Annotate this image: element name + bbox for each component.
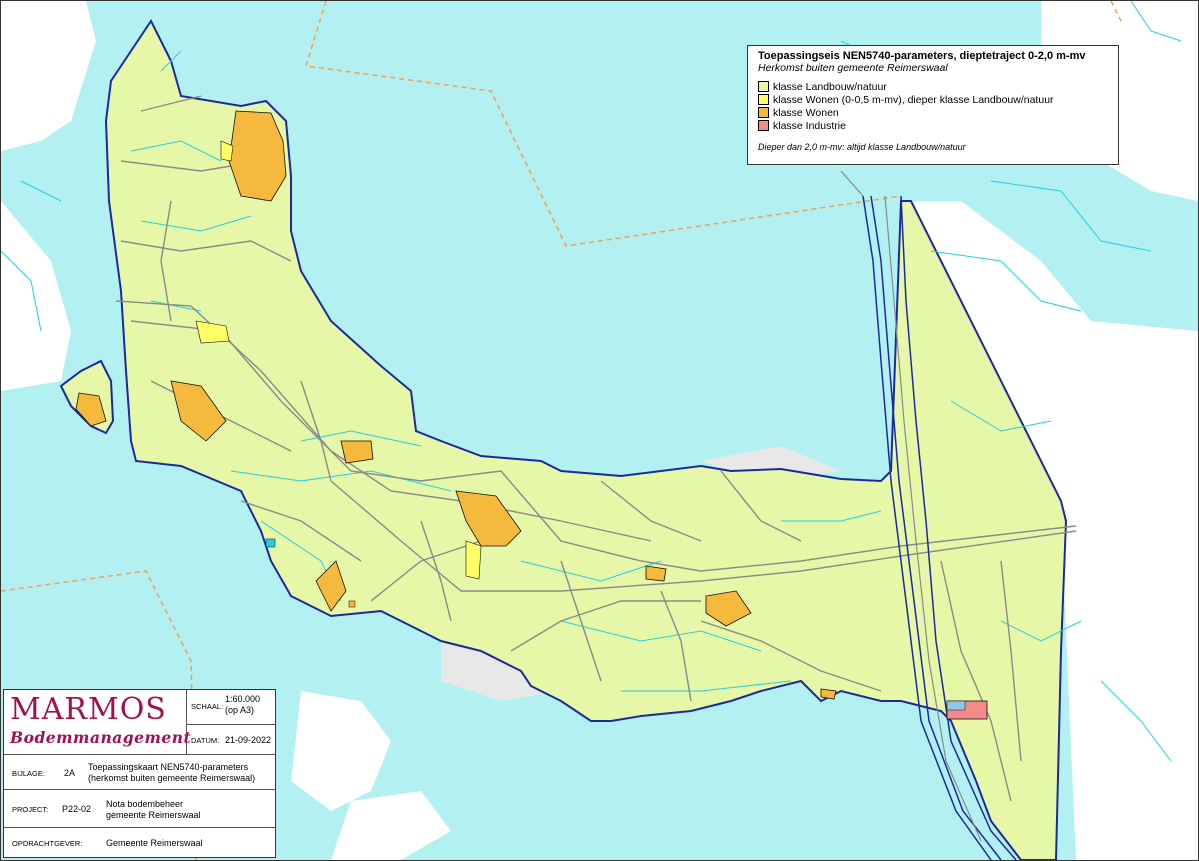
legend-swatch-industrie bbox=[758, 120, 769, 131]
map-frame: Toepassingseis NEN5740-parameters, diept… bbox=[0, 0, 1199, 861]
schaal-note: (op A3) bbox=[225, 705, 255, 715]
project-value: P22-02 bbox=[62, 804, 92, 814]
datum-value: 21-09-2022 bbox=[225, 735, 272, 745]
legend-swatch-wonen-dieper bbox=[758, 94, 769, 105]
legend-item: klasse Wonen (0-0,5 m-mv), dieper klasse… bbox=[758, 93, 1108, 106]
wonen-area-small-2 bbox=[645, 565, 667, 582]
wonen-area-small-1 bbox=[340, 440, 374, 464]
logo-cell: MARMOS Bodemmanagement bbox=[4, 690, 191, 755]
bijlage-description-line1: Toepassingskaart NEN5740-parameters bbox=[88, 762, 249, 772]
title-block: MARMOS Bodemmanagement SCHAAL: 1:60.000 … bbox=[3, 689, 276, 858]
legend-swatch-landbouw bbox=[758, 81, 769, 92]
project-cell: PROJECT: P22-02 Nota bodembeheer gemeent… bbox=[4, 790, 275, 828]
project-description-line1: Nota bodembeheer bbox=[106, 799, 184, 809]
legend-subtitle: Herkomst buiten gemeente Reimerswaal bbox=[758, 62, 948, 74]
legend-item: klasse Landbouw/natuur bbox=[758, 80, 1108, 93]
bijlage-cell: BIJLAGE: 2A Toepassingskaart NEN5740-par… bbox=[4, 755, 275, 790]
schaal-cell: SCHAAL: 1:60.000 (op A3) bbox=[187, 690, 275, 725]
legend-title: Toepassingseis NEN5740-parameters, diept… bbox=[758, 50, 1086, 62]
pond bbox=[348, 600, 356, 608]
bijlage-description-line2: (herkomst buiten gemeente Reimerswaal) bbox=[88, 773, 256, 783]
bijlage-label: BIJLAGE: bbox=[12, 769, 45, 778]
map-legend: Toepassingseis NEN5740-parameters, diept… bbox=[747, 45, 1119, 165]
opdrachtgever-cell: OPDRACHTGEVER: Gemeente Reimerswaal bbox=[4, 828, 275, 857]
legend-label: klasse Landbouw/natuur bbox=[773, 80, 887, 93]
datum-label: DATUM: bbox=[191, 736, 220, 745]
legend-item: klasse Wonen bbox=[758, 106, 1108, 119]
wonen-dieper-area-2 bbox=[465, 540, 482, 580]
opdrachtgever-label: OPDRACHTGEVER: bbox=[12, 839, 83, 848]
logo-marmos: MARMOS bbox=[10, 692, 167, 727]
schaal-label: SCHAAL: bbox=[191, 702, 224, 711]
legend-item: klasse Industrie bbox=[758, 119, 1108, 132]
industrie-area-water bbox=[946, 700, 966, 711]
opdrachtgever-value: Gemeente Reimerswaal bbox=[106, 838, 203, 848]
logo-bodemmanagement: Bodemmanagement bbox=[10, 728, 192, 747]
legend-label: klasse Industrie bbox=[773, 119, 846, 132]
legend-note: Dieper dan 2,0 m-mv: altijd klasse Landb… bbox=[758, 142, 966, 152]
schaal-value: 1:60.000 bbox=[225, 694, 261, 704]
wonen-area-small-3 bbox=[820, 688, 837, 700]
project-description-line2: gemeente Reimerswaal bbox=[106, 810, 201, 820]
pond bbox=[265, 538, 276, 548]
legend-swatch-wonen bbox=[758, 107, 769, 118]
datum-cell: DATUM: 21-09-2022 bbox=[187, 725, 275, 755]
project-label: PROJECT: bbox=[12, 805, 49, 814]
legend-label: klasse Wonen bbox=[773, 106, 839, 119]
bijlage-value: 2A bbox=[64, 768, 76, 778]
legend-label: klasse Wonen (0-0,5 m-mv), dieper klasse… bbox=[773, 93, 1054, 106]
